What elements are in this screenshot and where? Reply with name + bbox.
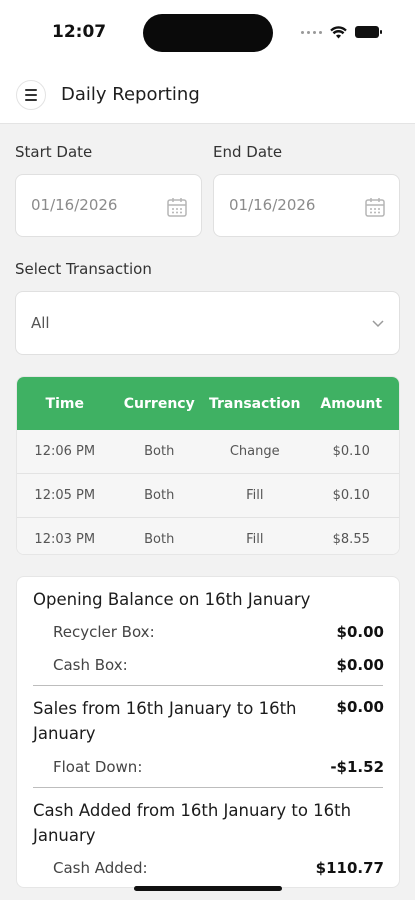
transaction-select-label: Select Transaction: [15, 260, 152, 278]
transaction-select-value: All: [31, 314, 50, 332]
table-header: Time Currency Transaction Amount: [17, 377, 399, 430]
end-date-value: 01/16/2026: [229, 196, 316, 214]
row-currency: Both: [144, 488, 175, 503]
calendar-icon[interactable]: [364, 196, 386, 218]
app-header: Daily Reporting: [0, 66, 415, 124]
status-bar: 12:07: [0, 0, 415, 66]
transactions-table: Time Currency Transaction Amount 12:06 P…: [16, 376, 400, 555]
row-amount: $0.10: [332, 444, 370, 459]
sales-value: $0.00: [336, 698, 384, 716]
row-time: 12:03 PM: [34, 532, 96, 547]
status-time: 12:07: [52, 22, 107, 42]
row-currency: Both: [144, 444, 175, 459]
row-transaction: Fill: [246, 532, 264, 547]
table-row[interactable]: 12:03 PM Both Fill $8.55: [17, 518, 399, 554]
hamburger-menu-icon: [25, 88, 37, 103]
cash-box-value: $0.00: [336, 656, 384, 674]
row-transaction: Change: [229, 444, 280, 459]
table-row[interactable]: 12:05 PM Both Fill $0.10: [17, 474, 399, 518]
start-date-value: 01/16/2026: [31, 196, 118, 214]
column-header-transaction: Transaction: [209, 395, 301, 412]
divider: [33, 685, 383, 686]
dynamic-island: [143, 14, 273, 52]
home-indicator: [134, 886, 282, 891]
column-header-currency: Currency: [123, 395, 195, 412]
row-transaction: Fill: [246, 488, 264, 503]
end-date-field[interactable]: 01/16/2026: [213, 174, 400, 237]
cellular-signal-icon: [301, 30, 322, 34]
cash-added-heading: Cash Added from 16th January to 16th Jan…: [33, 801, 352, 845]
divider: [33, 787, 383, 788]
start-date-field[interactable]: 01/16/2026: [15, 174, 202, 237]
menu-button[interactable]: [16, 80, 46, 110]
table-row[interactable]: 12:06 PM Both Change $0.10: [17, 430, 399, 474]
float-down-label: Float Down:: [53, 758, 143, 776]
battery-icon: [355, 26, 382, 38]
cash-added-value: $110.77: [315, 859, 384, 877]
row-time: 12:05 PM: [34, 488, 96, 503]
column-header-time: Time: [45, 395, 84, 412]
summary-card: Opening Balance on 16th January Recycler…: [16, 576, 400, 888]
recycler-box-value: $0.00: [336, 623, 384, 641]
column-header-amount: Amount: [320, 395, 383, 412]
sales-heading: Sales from 16th January to 16th January: [33, 699, 297, 743]
cash-box-label: Cash Box:: [53, 656, 128, 674]
row-amount: $8.55: [332, 532, 370, 547]
cash-added-label: Cash Added:: [53, 859, 148, 877]
transaction-select[interactable]: All: [15, 291, 400, 355]
chevron-down-icon: [372, 320, 384, 328]
float-down-value: -$1.52: [330, 758, 384, 776]
wifi-icon: [330, 25, 347, 38]
row-currency: Both: [144, 532, 175, 547]
calendar-icon[interactable]: [166, 196, 188, 218]
recycler-box-label: Recycler Box:: [53, 623, 155, 641]
row-time: 12:06 PM: [34, 444, 96, 459]
status-icons: [301, 22, 382, 42]
end-date-label: End Date: [213, 143, 283, 161]
row-amount: $0.10: [332, 488, 370, 503]
opening-balance-heading: Opening Balance on 16th January: [33, 590, 311, 609]
start-date-label: Start Date: [15, 143, 93, 161]
page-title: Daily Reporting: [61, 84, 200, 105]
